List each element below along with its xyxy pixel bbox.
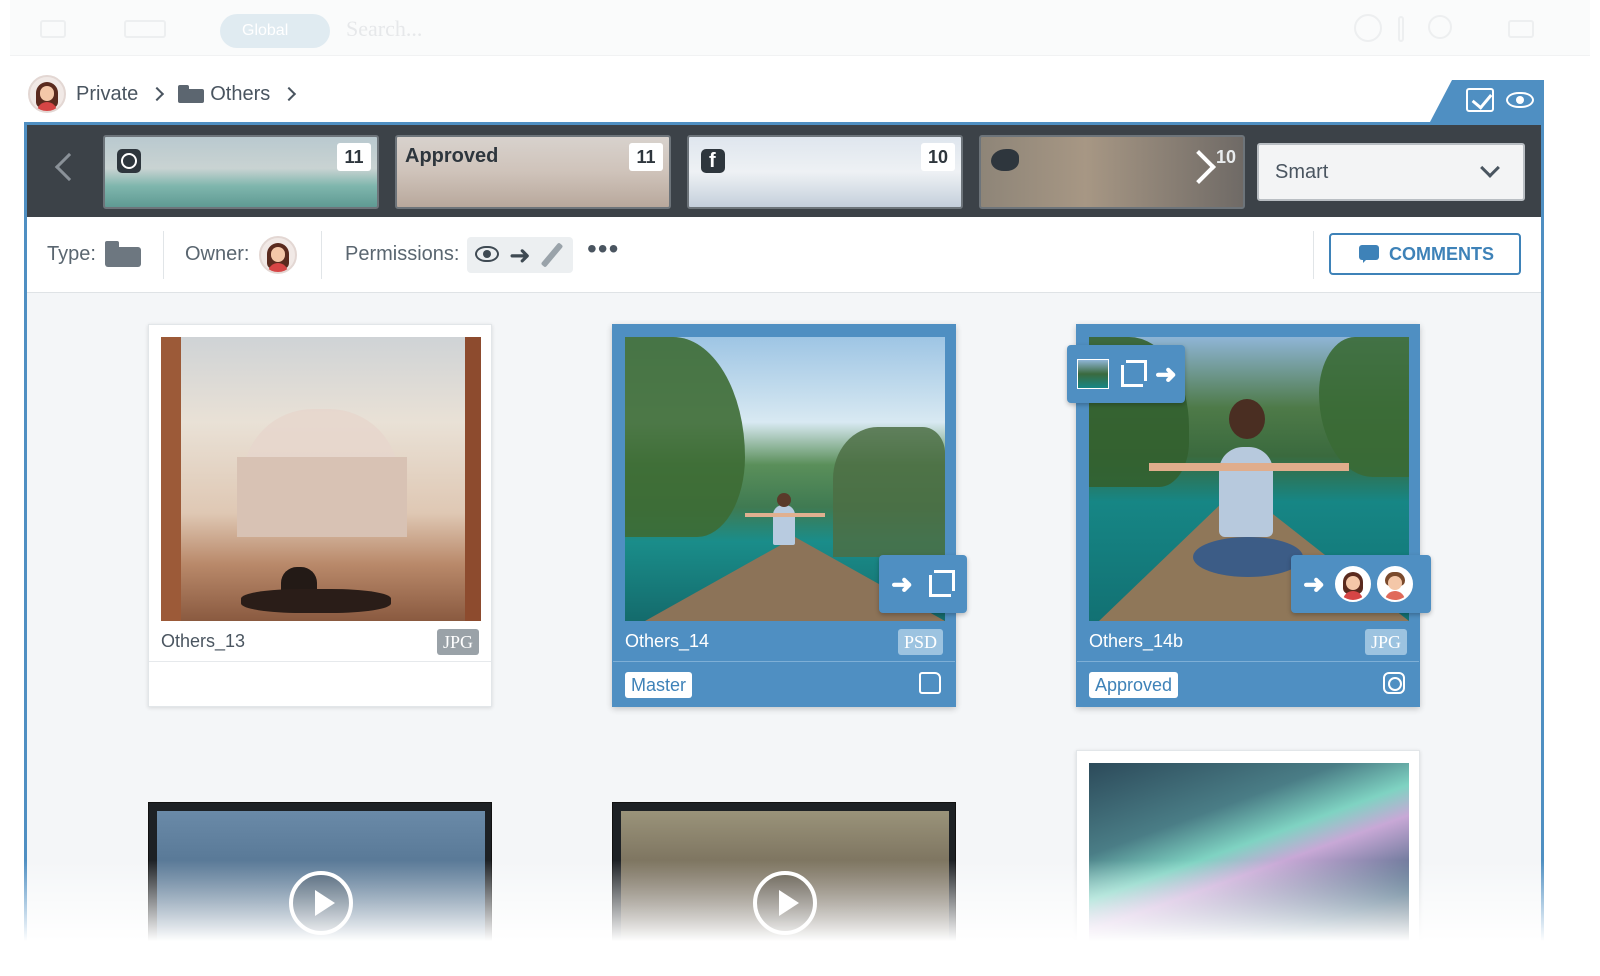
asset-card-footer: Master <box>613 661 955 708</box>
asset-card[interactable]: ➜ Others_14 PSD Master <box>612 324 967 708</box>
search-icon[interactable] <box>1428 15 1452 39</box>
owner-avatar[interactable] <box>259 236 297 274</box>
strip-prev-arrow-icon[interactable] <box>54 152 84 182</box>
top-bar: Global Search... <box>10 0 1590 56</box>
permissions-group[interactable]: ➜ <box>467 237 573 273</box>
sort-select-value: Smart <box>1275 161 1329 183</box>
channel-facebook[interactable]: 10 <box>687 135 963 209</box>
comments-button-label: COMMENTS <box>1389 244 1494 264</box>
owner-avatar[interactable] <box>28 75 66 113</box>
asset-action-overlay[interactable]: ➜ <box>1067 345 1185 403</box>
asset-filename: Others_14 <box>625 631 710 651</box>
asset-card[interactable]: ➜ ➜ Others_14b JPG Approved <box>1067 324 1431 708</box>
select-checkbox-icon[interactable] <box>1466 88 1494 112</box>
channel-count: 11 <box>337 143 371 171</box>
asset-filename: Others_13 <box>161 631 246 651</box>
breadcrumb: Private Others <box>28 74 310 114</box>
chevron-right-icon <box>150 86 165 102</box>
asset-status-tag: Master <box>625 672 693 698</box>
chevron-right-icon[interactable] <box>282 86 297 102</box>
view-permission-icon[interactable] <box>475 246 499 262</box>
channel-instagram[interactable]: 11 <box>103 135 379 209</box>
asset-filename: Others_14b <box>1089 631 1184 651</box>
twitter-icon <box>991 149 1019 171</box>
asset-action-overlay[interactable]: ➜ <box>879 555 967 613</box>
crop-icon[interactable] <box>929 570 955 597</box>
asset-card-footer <box>149 661 491 708</box>
asset-card[interactable]: Others_13 JPG <box>148 324 492 707</box>
sort-select[interactable]: Smart <box>1257 143 1525 201</box>
asset-share-overlay[interactable]: ➜ <box>1291 555 1431 613</box>
permissions-label: Permissions: <box>345 243 460 265</box>
facebook-icon <box>701 149 725 173</box>
divider <box>163 231 164 279</box>
arrow-right-icon[interactable]: ➜ <box>1303 571 1325 597</box>
menu-icon[interactable] <box>40 20 66 38</box>
channel-count: 11 <box>629 143 663 171</box>
instagram-icon <box>117 149 141 173</box>
asset-status-tag: Approved <box>1089 672 1179 698</box>
filter-bar: Type: Owner: Permissions: ➜ ••• COMMENTS <box>27 217 1541 293</box>
breadcrumb-others[interactable]: Others <box>210 83 270 106</box>
more-options-icon[interactable]: ••• <box>587 233 619 265</box>
crop-icon[interactable] <box>1121 360 1147 387</box>
asset-card-footer: Approved <box>1077 661 1419 708</box>
asset-thumbnail[interactable] <box>161 337 481 621</box>
share-permission-icon[interactable]: ➜ <box>509 242 531 268</box>
scope-pill[interactable]: Global <box>220 14 330 48</box>
asset-filetype-badge: JPG <box>1364 629 1407 655</box>
app-window: Global Search... Private Others 11 Appro… <box>0 0 1600 976</box>
user-avatar[interactable] <box>1335 566 1371 602</box>
folder-type-icon[interactable] <box>105 241 141 267</box>
folder-icon <box>178 85 205 103</box>
arrow-right-icon[interactable]: ➜ <box>891 571 913 597</box>
asset-filetype-badge: PSD <box>897 629 943 655</box>
channel-name: Approved <box>405 145 499 167</box>
breadcrumb-private[interactable]: Private <box>76 83 138 106</box>
type-label: Type: <box>47 243 96 265</box>
arrow-right-icon[interactable]: ➜ <box>1155 361 1177 387</box>
divider <box>1313 231 1314 279</box>
edit-permission-icon[interactable] <box>540 242 564 268</box>
thumbnail-preview-icon <box>1077 359 1109 389</box>
channel-strip: 11 Approved 11 10 10 Smart <box>27 125 1541 217</box>
asset-filetype-badge: JPG <box>436 629 479 655</box>
search-input[interactable]: Search... <box>346 16 422 42</box>
profile-icon[interactable] <box>1354 14 1382 42</box>
user-avatar[interactable] <box>1377 566 1413 602</box>
window-icon[interactable] <box>1508 20 1534 38</box>
layout-icon[interactable] <box>124 20 166 38</box>
divider <box>321 231 322 279</box>
owner-label: Owner: <box>185 243 250 265</box>
comments-icon <box>1359 245 1379 263</box>
bottom-fade <box>0 860 1600 976</box>
chevron-down-icon <box>1480 158 1500 178</box>
comments-button[interactable]: COMMENTS <box>1329 233 1521 275</box>
instagram-icon[interactable] <box>1383 672 1405 694</box>
more-vertical-icon[interactable] <box>1398 16 1404 42</box>
channel-count: 10 <box>921 143 955 171</box>
channel-approved[interactable]: Approved 11 <box>395 135 671 209</box>
preview-eye-icon[interactable] <box>1506 92 1534 108</box>
thumbs-up-icon[interactable] <box>919 672 941 694</box>
